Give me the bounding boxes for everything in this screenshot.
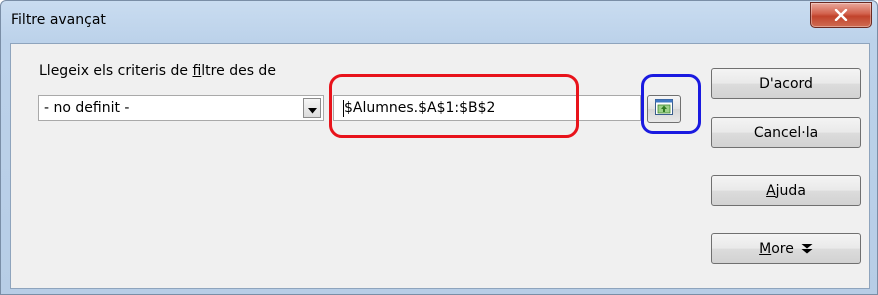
criteria-range-value: $Alumnes.$A$1:$B$2 <box>344 100 496 116</box>
dropdown-button[interactable] <box>303 98 321 118</box>
dialog-window: Filtre avançat Llegeix els criteris de f… <box>0 0 878 295</box>
criteria-label: Llegeix els criteris de filtre des de <box>39 63 276 79</box>
double-chevron-down-icon <box>801 243 813 255</box>
close-button[interactable] <box>810 2 872 28</box>
chevron-down-icon <box>307 99 317 118</box>
shrink-dialog-icon <box>655 99 673 119</box>
window-title: Filtre avançat <box>11 12 106 28</box>
shrink-dialog-button[interactable] <box>647 95 681 123</box>
help-button[interactable]: Ajuda <box>711 175 861 206</box>
dialog-body: Llegeix els criteris de filtre des de - … <box>10 43 870 289</box>
cancel-button[interactable]: Cancel·la <box>711 117 861 148</box>
criteria-source-select[interactable]: - no definit - <box>38 95 324 121</box>
title-bar[interactable]: Filtre avançat <box>1 1 877 37</box>
criteria-range-input[interactable]: $Alumnes.$A$1:$B$2 <box>333 95 641 121</box>
more-button[interactable]: More <box>711 233 861 264</box>
criteria-source-value: - no definit - <box>44 100 130 116</box>
ok-button[interactable]: D'acord <box>711 68 861 99</box>
close-icon <box>834 9 848 21</box>
